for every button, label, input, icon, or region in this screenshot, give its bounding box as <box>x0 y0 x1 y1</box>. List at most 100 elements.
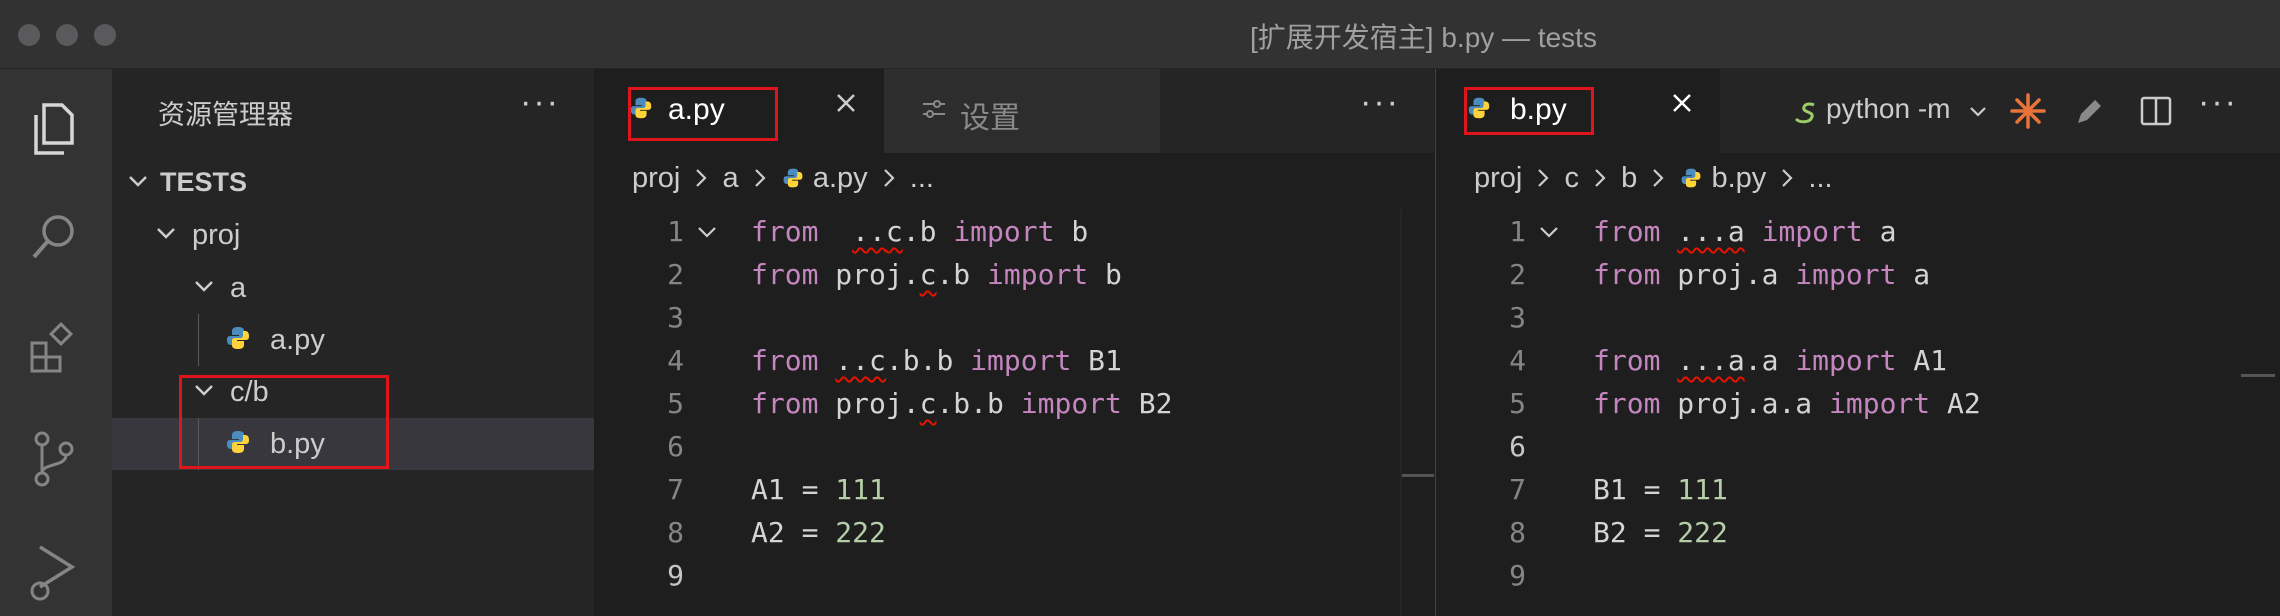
code-line[interactable]: 5 from proj.a.a import A2 <box>1436 381 2280 424</box>
breadcrumb-item[interactable]: ... <box>910 162 934 194</box>
code-token: proj. <box>818 387 920 420</box>
code-line[interactable]: 4 from ..c.b.b import B1 <box>594 338 1434 381</box>
close-window-button[interactable] <box>18 24 40 46</box>
code-text: from proj.c.b import b <box>751 258 1122 291</box>
keyword-token: import <box>1761 215 1863 248</box>
python-file-icon <box>1681 168 1701 188</box>
code-line[interactable]: 6 <box>594 424 1434 467</box>
run-debug-icon[interactable] <box>22 537 86 601</box>
code-line[interactable]: 2 from proj.a import a <box>1436 252 2280 295</box>
code-line[interactable]: 5 from proj.c.b.b import B2 <box>594 381 1434 424</box>
line-number: 5 <box>667 387 684 420</box>
tab-settings[interactable]: 设置 <box>884 69 1160 153</box>
keyword-token: from <box>751 387 819 420</box>
minimap-slider[interactable] <box>1402 474 1434 477</box>
extensions-icon[interactable] <box>22 317 86 381</box>
error-squiggle-token: ...a <box>1677 215 1745 248</box>
split-editor-icon[interactable] <box>2138 93 2174 129</box>
code-text: from proj.a.a import A2 <box>1593 387 1981 420</box>
settings-sliders-icon <box>923 100 945 118</box>
code-text: from ...a import a <box>1593 215 1896 248</box>
code-editor-right[interactable]: 1 from ...a import a 2 from proj.a import a… <box>1436 209 2280 596</box>
chevron-right-icon <box>1653 169 1664 188</box>
editor-more-actions-button[interactable]: ··· <box>1360 83 1400 122</box>
keyword-token: from <box>1593 344 1661 377</box>
breadcrumb-item[interactable]: ... <box>1808 162 1832 194</box>
maximize-window-button[interactable] <box>94 24 116 46</box>
edit-pencil-icon[interactable] <box>2072 95 2106 129</box>
minimize-window-button[interactable] <box>56 24 78 46</box>
breadcrumb-item[interactable]: b.py <box>1711 162 1766 194</box>
tab-b-py[interactable]: b.py <box>1436 69 1720 153</box>
close-icon[interactable] <box>1668 89 1696 117</box>
fold-chevron-down-icon[interactable] <box>694 219 720 245</box>
tree-item-a-py[interactable]: a.py <box>112 314 594 366</box>
code-line[interactable]: 4 from ...a.a import A1 <box>1436 338 2280 381</box>
code-editor-left[interactable]: 1 from ..c.b import b 2 from proj.c.b impor… <box>594 209 1434 596</box>
code-text: A1 = 111 <box>751 473 886 506</box>
chevron-right-icon <box>696 169 707 188</box>
run-module-label[interactable]: python -m <box>1826 93 1951 125</box>
breadcrumb-item[interactable]: proj <box>632 162 680 194</box>
code-line[interactable]: 9 <box>594 553 1434 596</box>
sparkle-icon[interactable] <box>2008 91 2048 131</box>
source-control-icon[interactable] <box>22 427 86 491</box>
breadcrumb: proj a a.py ... <box>632 161 934 201</box>
files-icon[interactable] <box>22 97 86 161</box>
tree-item-a[interactable]: a <box>112 262 594 314</box>
breadcrumb-item[interactable]: a.py <box>813 162 868 194</box>
annotation-box-tab-b <box>1464 87 1594 135</box>
indent-guide <box>198 314 199 366</box>
line-number: 9 <box>667 559 684 592</box>
close-icon[interactable] <box>832 89 860 117</box>
code-line[interactable]: 1 from ...a import a <box>1436 209 2280 252</box>
breadcrumb-item[interactable]: proj <box>1474 162 1522 194</box>
activity-bar <box>0 69 112 616</box>
line-number: 8 <box>667 516 684 549</box>
search-icon[interactable] <box>22 207 86 271</box>
tab-bar: a.py 设置 ··· <box>594 69 1434 153</box>
line-number: 5 <box>1509 387 1526 420</box>
breadcrumb-item[interactable]: a <box>722 162 738 194</box>
tree-item-label: a.py <box>270 324 325 356</box>
line-number: 9 <box>1509 559 1526 592</box>
python-file-icon <box>227 327 249 349</box>
breadcrumb-item[interactable]: b <box>1621 162 1637 194</box>
chevron-right-icon <box>754 169 766 188</box>
keyword-token: from <box>751 258 819 291</box>
line-number: 7 <box>1509 473 1526 506</box>
chevron-right-icon <box>883 169 895 188</box>
minimap-slider[interactable] <box>2241 374 2275 377</box>
code-token: proj. <box>818 258 920 291</box>
window-title: [扩展开发宿主] b.py — tests <box>1250 22 1597 53</box>
tree-item-proj[interactable]: proj <box>112 209 594 261</box>
explorer-title: 资源管理器 <box>158 100 293 130</box>
code-token: B2 <box>1121 387 1173 420</box>
code-line[interactable]: 8 B2 = 222 <box>1436 510 2280 553</box>
tree-item-label: a <box>230 272 247 304</box>
number-token: 222 <box>835 516 886 549</box>
explorer-more-actions-button[interactable]: ··· <box>520 83 560 122</box>
line-number: 4 <box>667 344 684 377</box>
chevron-down-icon[interactable] <box>1966 99 1990 123</box>
code-line[interactable]: 6 <box>1436 424 2280 467</box>
code-text: B1 = 111 <box>1593 473 1728 506</box>
line-number: 3 <box>667 301 684 334</box>
code-line[interactable]: 3 <box>594 295 1434 338</box>
code-line[interactable]: 7 A1 = 111 <box>594 467 1434 510</box>
code-line[interactable]: 9 <box>1436 553 2280 596</box>
fold-chevron-down-icon[interactable] <box>1536 219 1562 245</box>
chevron-down-icon <box>129 176 147 187</box>
tab-a-py[interactable]: a.py <box>594 69 884 153</box>
code-token: proj.a.a <box>1660 387 1830 420</box>
code-line[interactable]: 8 A2 = 222 <box>594 510 1434 553</box>
code-token: .a <box>1744 344 1796 377</box>
breadcrumb-item[interactable]: c <box>1564 162 1579 194</box>
tree-root-tests[interactable]: TESTS <box>112 157 594 209</box>
code-line[interactable]: 1 from ..c.b import b <box>594 209 1434 252</box>
code-line[interactable]: 2 from proj.c.b import b <box>594 252 1434 295</box>
code-line[interactable]: 3 <box>1436 295 2280 338</box>
code-line[interactable]: 7 B1 = 111 <box>1436 467 2280 510</box>
editor-more-actions-button[interactable]: ··· <box>2198 83 2238 122</box>
